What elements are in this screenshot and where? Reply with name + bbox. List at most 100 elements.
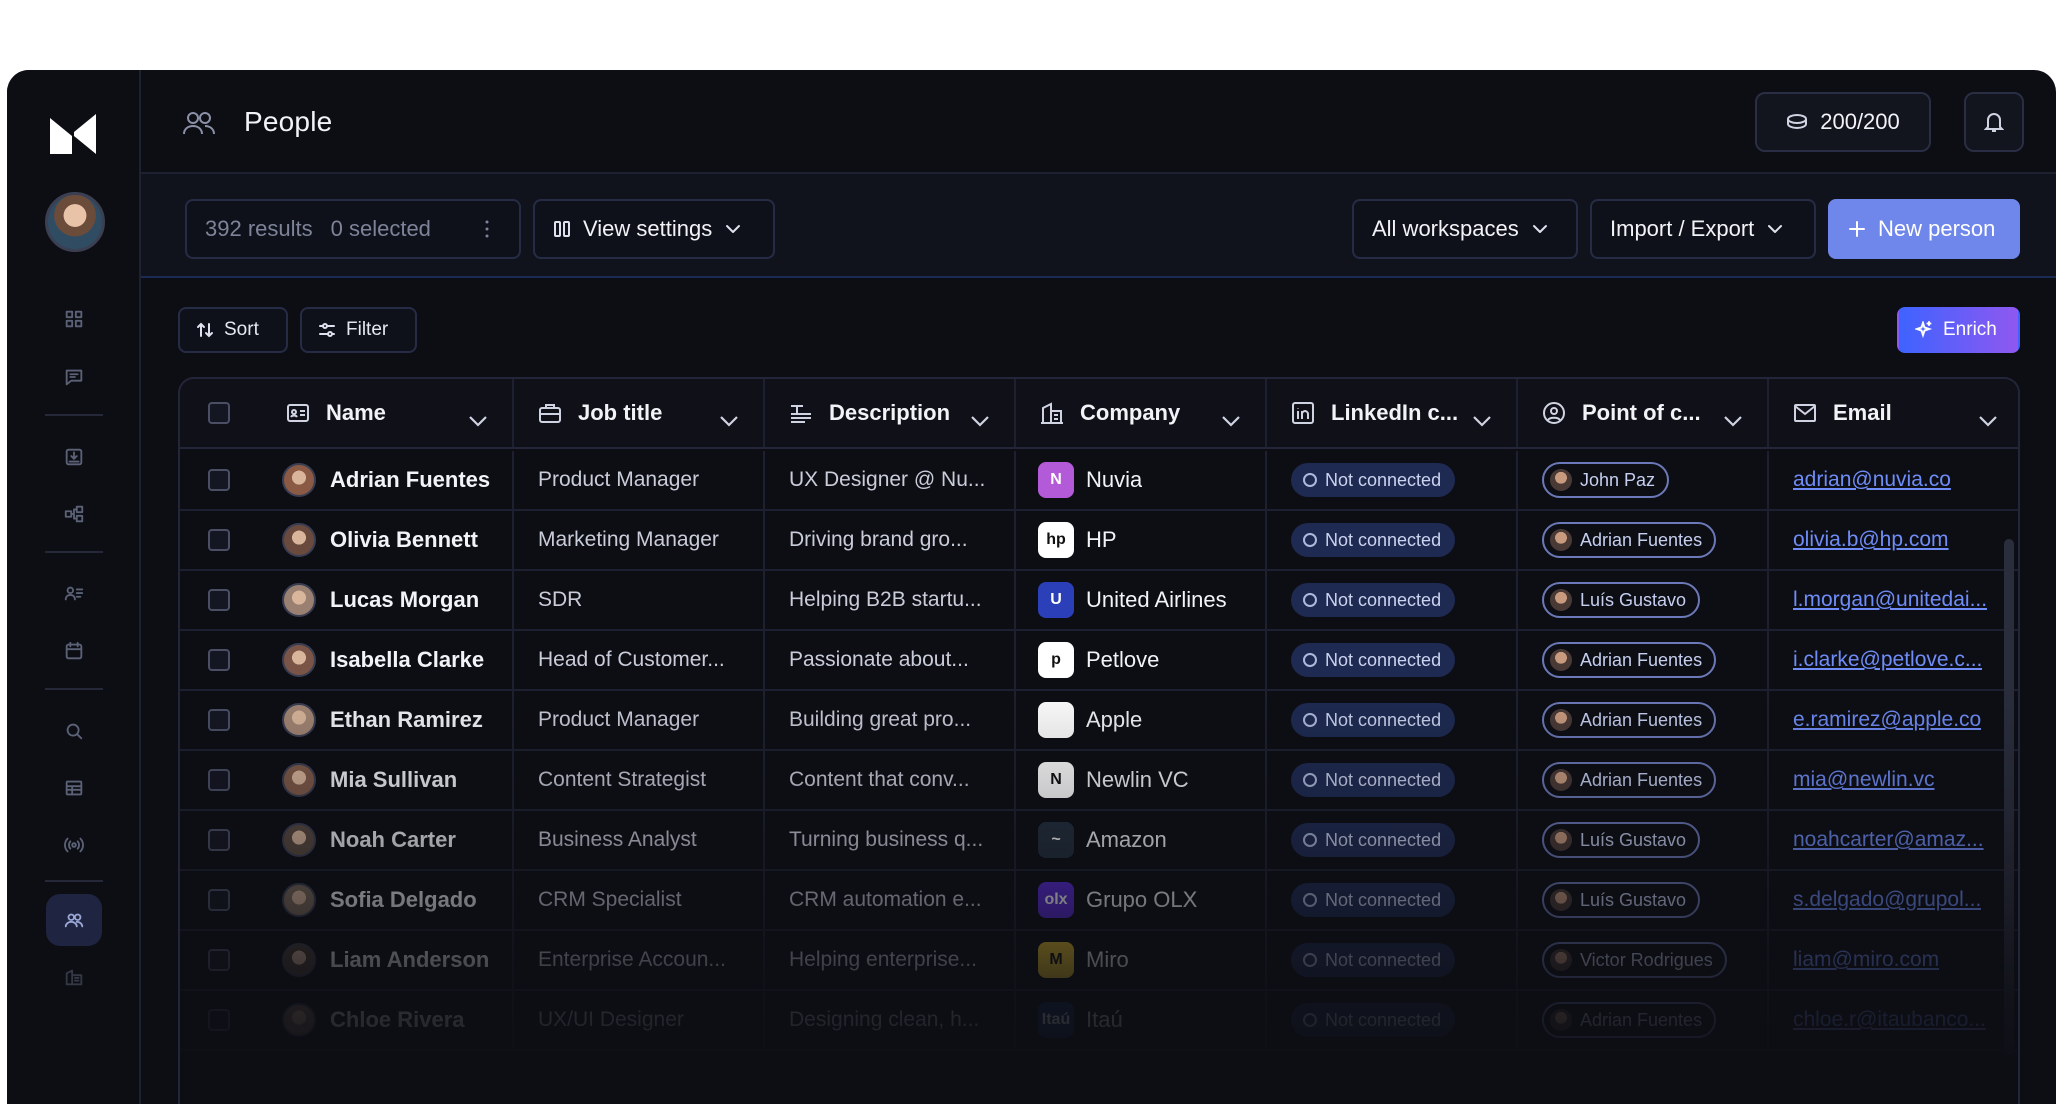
app-logo[interactable] xyxy=(48,112,98,156)
chevron-down-icon[interactable] xyxy=(970,407,990,427)
email-link[interactable]: e.ramirez@apple.co xyxy=(1793,708,1981,732)
description-cell[interactable]: Passionate about... xyxy=(765,631,1016,689)
job-title-cell[interactable]: Business Analyst xyxy=(514,811,765,869)
new-person-button[interactable]: New person xyxy=(1828,199,2020,259)
view-settings-button[interactable]: View settings xyxy=(533,199,775,259)
table-row[interactable]: Mia Sullivan Content Strategist Content … xyxy=(180,751,2018,811)
job-title-cell[interactable]: Product Manager xyxy=(514,451,765,509)
linkedin-cell[interactable]: Not connected xyxy=(1267,571,1518,629)
email-cell[interactable]: mia@newlin.vc xyxy=(1769,751,2018,809)
description-cell[interactable]: CRM automation e... xyxy=(765,871,1016,929)
email-link[interactable]: l.morgan@unitedai... xyxy=(1793,588,1987,612)
vertical-scrollbar[interactable] xyxy=(2004,539,2014,1055)
point-of-contact-chip[interactable]: Adrian Fuentes xyxy=(1542,1002,1717,1038)
column-header-point-of-contact[interactable]: Point of c... xyxy=(1518,379,1769,447)
chevron-down-icon[interactable] xyxy=(468,407,488,427)
description-cell[interactable]: Turning business q... xyxy=(765,811,1016,869)
email-link[interactable]: s.delgado@grupol... xyxy=(1793,888,1981,912)
description-cell[interactable]: Content that conv... xyxy=(765,751,1016,809)
linkedin-cell[interactable]: Not connected xyxy=(1267,871,1518,929)
filter-button[interactable]: Filter xyxy=(300,307,417,353)
job-title-cell[interactable]: SDR xyxy=(514,571,765,629)
email-cell[interactable]: olivia.b@hp.com xyxy=(1769,511,2018,569)
linkedin-status-badge[interactable]: Not connected xyxy=(1291,763,1456,797)
point-of-contact-chip[interactable]: Luís Gustavo xyxy=(1542,582,1701,618)
company-cell[interactable]: M Miro xyxy=(1016,931,1267,989)
linkedin-status-badge[interactable]: Not connected xyxy=(1291,943,1456,977)
email-link[interactable]: i.clarke@petlove.c... xyxy=(1793,648,1982,672)
row-checkbox[interactable] xyxy=(208,469,230,491)
description-cell[interactable]: Helping enterprise... xyxy=(765,931,1016,989)
description-cell[interactable]: Helping B2B startu... xyxy=(765,571,1016,629)
table-row[interactable]: Liam Anderson Enterprise Accoun... Helpi… xyxy=(180,931,2018,991)
column-header-company[interactable]: Company xyxy=(1016,379,1267,447)
description-cell[interactable]: Designing clean, h... xyxy=(765,991,1016,1049)
point-of-contact-chip[interactable]: Adrian Fuentes xyxy=(1542,522,1717,558)
column-header-job-title[interactable]: Job title xyxy=(514,379,765,447)
name-cell[interactable]: Noah Carter xyxy=(262,811,514,869)
point-of-contact-cell[interactable]: Adrian Fuentes xyxy=(1518,991,1769,1049)
row-checkbox[interactable] xyxy=(208,1009,230,1031)
description-cell[interactable]: UX Designer @ Nu... xyxy=(765,451,1016,509)
table-row[interactable]: Ethan Ramirez Product Manager Building g… xyxy=(180,691,2018,751)
broadcast-icon[interactable] xyxy=(53,824,95,866)
point-of-contact-chip[interactable]: Adrian Fuentes xyxy=(1542,642,1717,678)
job-title-cell[interactable]: Enterprise Accoun... xyxy=(514,931,765,989)
workflow-icon[interactable] xyxy=(53,493,95,535)
point-of-contact-cell[interactable]: Luís Gustavo xyxy=(1518,571,1769,629)
linkedin-cell[interactable]: Not connected xyxy=(1267,511,1518,569)
email-link[interactable]: liam@miro.com xyxy=(1793,948,1939,972)
point-of-contact-chip[interactable]: Luís Gustavo xyxy=(1542,822,1701,858)
point-of-contact-cell[interactable]: Luís Gustavo xyxy=(1518,811,1769,869)
search-icon[interactable] xyxy=(53,710,95,752)
company-cell[interactable]: olx Grupo OLX xyxy=(1016,871,1267,929)
row-checkbox[interactable] xyxy=(208,949,230,971)
row-checkbox[interactable] xyxy=(208,649,230,671)
email-link[interactable]: chloe.r@itaubanco... xyxy=(1793,1008,1986,1032)
inbox-icon[interactable] xyxy=(53,436,95,478)
email-cell[interactable]: noahcarter@amaz... xyxy=(1769,811,2018,869)
table-row[interactable]: Isabella Clarke Head of Customer... Pass… xyxy=(180,631,2018,691)
email-cell[interactable]: liam@miro.com xyxy=(1769,931,2018,989)
company-cell[interactable]: Apple xyxy=(1016,691,1267,749)
row-checkbox[interactable] xyxy=(208,709,230,731)
linkedin-cell[interactable]: Not connected xyxy=(1267,991,1518,1049)
linkedin-cell[interactable]: Not connected xyxy=(1267,631,1518,689)
job-title-cell[interactable]: Product Manager xyxy=(514,691,765,749)
email-link[interactable]: olivia.b@hp.com xyxy=(1793,528,1949,552)
more-options-icon[interactable] xyxy=(485,219,489,239)
linkedin-status-badge[interactable]: Not connected xyxy=(1291,1003,1456,1037)
point-of-contact-cell[interactable]: John Paz xyxy=(1518,451,1769,509)
row-checkbox[interactable] xyxy=(208,889,230,911)
point-of-contact-cell[interactable]: Luís Gustavo xyxy=(1518,871,1769,929)
email-cell[interactable]: s.delgado@grupol... xyxy=(1769,871,2018,929)
email-cell[interactable]: adrian@nuvia.co xyxy=(1769,451,2018,509)
point-of-contact-chip[interactable]: Luís Gustavo xyxy=(1542,882,1701,918)
name-cell[interactable]: Isabella Clarke xyxy=(262,631,514,689)
companies-icon[interactable] xyxy=(53,956,95,998)
job-title-cell[interactable]: Head of Customer... xyxy=(514,631,765,689)
name-cell[interactable]: Chloe Rivera xyxy=(262,991,514,1049)
job-title-cell[interactable]: UX/UI Designer xyxy=(514,991,765,1049)
name-cell[interactable]: Olivia Bennett xyxy=(262,511,514,569)
chevron-down-icon[interactable] xyxy=(1978,407,1998,427)
linkedin-cell[interactable]: Not connected xyxy=(1267,691,1518,749)
calendar-icon[interactable] xyxy=(53,630,95,672)
email-link[interactable]: mia@newlin.vc xyxy=(1793,768,1935,792)
linkedin-status-badge[interactable]: Not connected xyxy=(1291,883,1456,917)
email-cell[interactable]: i.clarke@petlove.c... xyxy=(1769,631,2018,689)
credits-button[interactable]: 200/200 xyxy=(1755,92,1931,152)
name-cell[interactable]: Lucas Morgan xyxy=(262,571,514,629)
messages-icon[interactable] xyxy=(53,356,95,398)
table-row[interactable]: Olivia Bennett Marketing Manager Driving… xyxy=(180,511,2018,571)
email-link[interactable]: adrian@nuvia.co xyxy=(1793,468,1951,492)
linkedin-cell[interactable]: Not connected xyxy=(1267,451,1518,509)
company-cell[interactable]: Itaú Itaú xyxy=(1016,991,1267,1049)
job-title-cell[interactable]: CRM Specialist xyxy=(514,871,765,929)
job-title-cell[interactable]: Content Strategist xyxy=(514,751,765,809)
row-checkbox[interactable] xyxy=(208,769,230,791)
point-of-contact-cell[interactable]: Victor Rodrigues xyxy=(1518,931,1769,989)
contacts-list-icon[interactable] xyxy=(53,573,95,615)
notifications-button[interactable] xyxy=(1964,92,2024,152)
name-cell[interactable]: Ethan Ramirez xyxy=(262,691,514,749)
